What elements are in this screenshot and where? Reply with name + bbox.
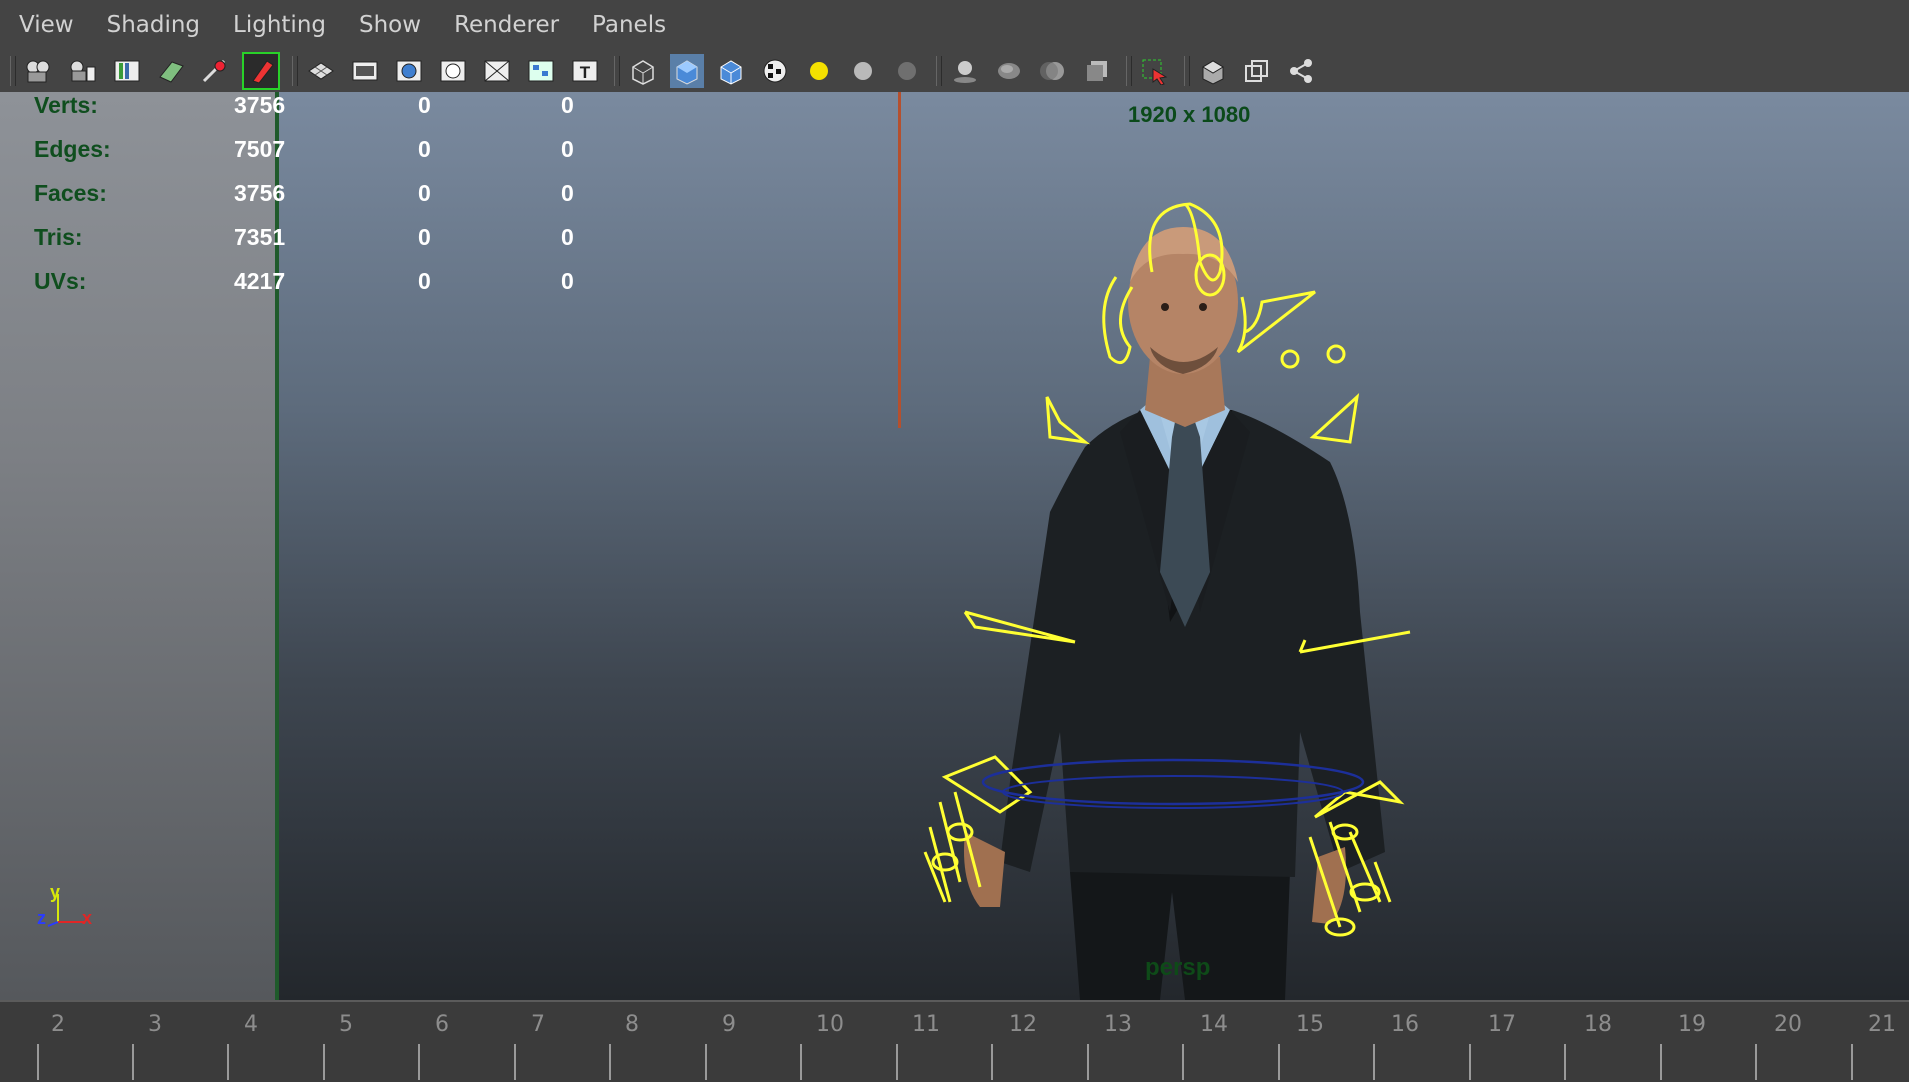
time-slider[interactable]: 2 3 4 5 6 7 8 9 10 11 12 13 14 15 16 17 …: [0, 1000, 1909, 1082]
frame-tick: [1564, 1044, 1566, 1080]
frame-label: 19: [1678, 1012, 1706, 1037]
frame-label: 17: [1488, 1012, 1516, 1037]
viewport-toolbar: T: [0, 50, 1909, 92]
rigged-character-model[interactable]: [0, 92, 1909, 1000]
grid-icon[interactable]: [304, 54, 338, 88]
frame-tick: [1182, 1044, 1184, 1080]
2d-pan-zoom-icon[interactable]: [198, 54, 232, 88]
toolbar-separator: [936, 56, 942, 86]
frame-tick: [1373, 1044, 1375, 1080]
frame-tick: [609, 1044, 611, 1080]
screen-space-ao-icon[interactable]: [992, 54, 1026, 88]
frame-tick: [418, 1044, 420, 1080]
isolate-select-icon[interactable]: [1138, 54, 1172, 88]
menu-lighting[interactable]: Lighting: [233, 12, 326, 38]
image-plane-icon[interactable]: [154, 54, 188, 88]
menu-renderer[interactable]: Renderer: [454, 12, 559, 38]
menu-panels[interactable]: Panels: [592, 12, 666, 38]
frame-label: 13: [1104, 1012, 1132, 1037]
anti-aliasing-icon[interactable]: [1080, 54, 1114, 88]
frame-label: 16: [1391, 1012, 1419, 1037]
frame-label: 5: [339, 1012, 353, 1037]
toolbar-separator: [614, 56, 620, 86]
shadows-icon[interactable]: [948, 54, 982, 88]
motion-blur-icon[interactable]: [1036, 54, 1070, 88]
menu-shading[interactable]: Shading: [107, 12, 200, 38]
toolbar-separator: [292, 56, 298, 86]
menu-show[interactable]: Show: [359, 12, 421, 38]
xray-icon[interactable]: [1196, 54, 1230, 88]
frame-tick: [1087, 1044, 1089, 1080]
svg-text:T: T: [580, 63, 591, 82]
wireframe-on-shaded-icon[interactable]: [714, 54, 748, 88]
frame-label: 9: [722, 1012, 736, 1037]
frame-label: 12: [1009, 1012, 1037, 1037]
frame-label: 11: [912, 1012, 940, 1037]
frame-tick: [227, 1044, 229, 1080]
view-axis-gizmo-icon: [47, 894, 84, 927]
frame-label: 15: [1296, 1012, 1324, 1037]
default-lighting-icon[interactable]: [802, 54, 836, 88]
xray-joints-icon[interactable]: [1284, 54, 1318, 88]
toolbar-separator: [1126, 56, 1132, 86]
frame-tick: [1278, 1044, 1280, 1080]
viewport-menu-bar: View Shading Lighting Show Renderer Pane…: [0, 0, 1909, 50]
flat-lighting-icon[interactable]: [890, 54, 924, 88]
smooth-shade-icon[interactable]: [670, 54, 704, 88]
frame-tick: [132, 1044, 134, 1080]
gate-mask-icon[interactable]: [436, 54, 470, 88]
frame-label: 8: [625, 1012, 639, 1037]
frame-label: 2: [51, 1012, 65, 1037]
frame-label: 3: [148, 1012, 162, 1037]
frame-label: 14: [1200, 1012, 1228, 1037]
all-lights-icon[interactable]: [846, 54, 880, 88]
toolbar-separator: [10, 56, 16, 86]
camera-name-label: persp: [1145, 954, 1211, 981]
safe-action-icon[interactable]: [524, 54, 558, 88]
frame-tick: [800, 1044, 802, 1080]
frame-label: 10: [816, 1012, 844, 1037]
frame-label: 6: [435, 1012, 449, 1037]
frame-tick: [1469, 1044, 1471, 1080]
frame-tick: [1660, 1044, 1662, 1080]
frame-label: 18: [1584, 1012, 1612, 1037]
camera-attributes-icon[interactable]: [66, 54, 100, 88]
toolbar-separator: [1184, 56, 1190, 86]
frame-label: 4: [244, 1012, 258, 1037]
field-chart-icon[interactable]: [480, 54, 514, 88]
grease-pencil-icon[interactable]: [242, 52, 280, 90]
frame-label: 7: [531, 1012, 545, 1037]
frame-tick: [705, 1044, 707, 1080]
frame-label: 20: [1774, 1012, 1802, 1037]
film-gate-icon[interactable]: [348, 54, 382, 88]
xray-active-components-icon[interactable]: [1240, 54, 1274, 88]
wireframe-icon[interactable]: [626, 54, 660, 88]
perspective-viewport[interactable]: Verts: 3756 0 0 Edges: 7507 0 0 Faces: 3…: [0, 92, 1909, 1000]
frame-tick: [37, 1044, 39, 1080]
frame-tick: [514, 1044, 516, 1080]
frame-label: 21: [1868, 1012, 1896, 1037]
frame-tick: [896, 1044, 898, 1080]
resolution-gate-icon[interactable]: [392, 54, 426, 88]
camera-select-icon[interactable]: [22, 54, 56, 88]
frame-tick: [323, 1044, 325, 1080]
bookmarks-icon[interactable]: [110, 54, 144, 88]
safe-title-icon[interactable]: T: [568, 54, 602, 88]
frame-tick: [991, 1044, 993, 1080]
menu-view[interactable]: View: [19, 12, 74, 38]
frame-tick: [1755, 1044, 1757, 1080]
textured-icon[interactable]: [758, 54, 792, 88]
frame-tick: [1851, 1044, 1853, 1080]
